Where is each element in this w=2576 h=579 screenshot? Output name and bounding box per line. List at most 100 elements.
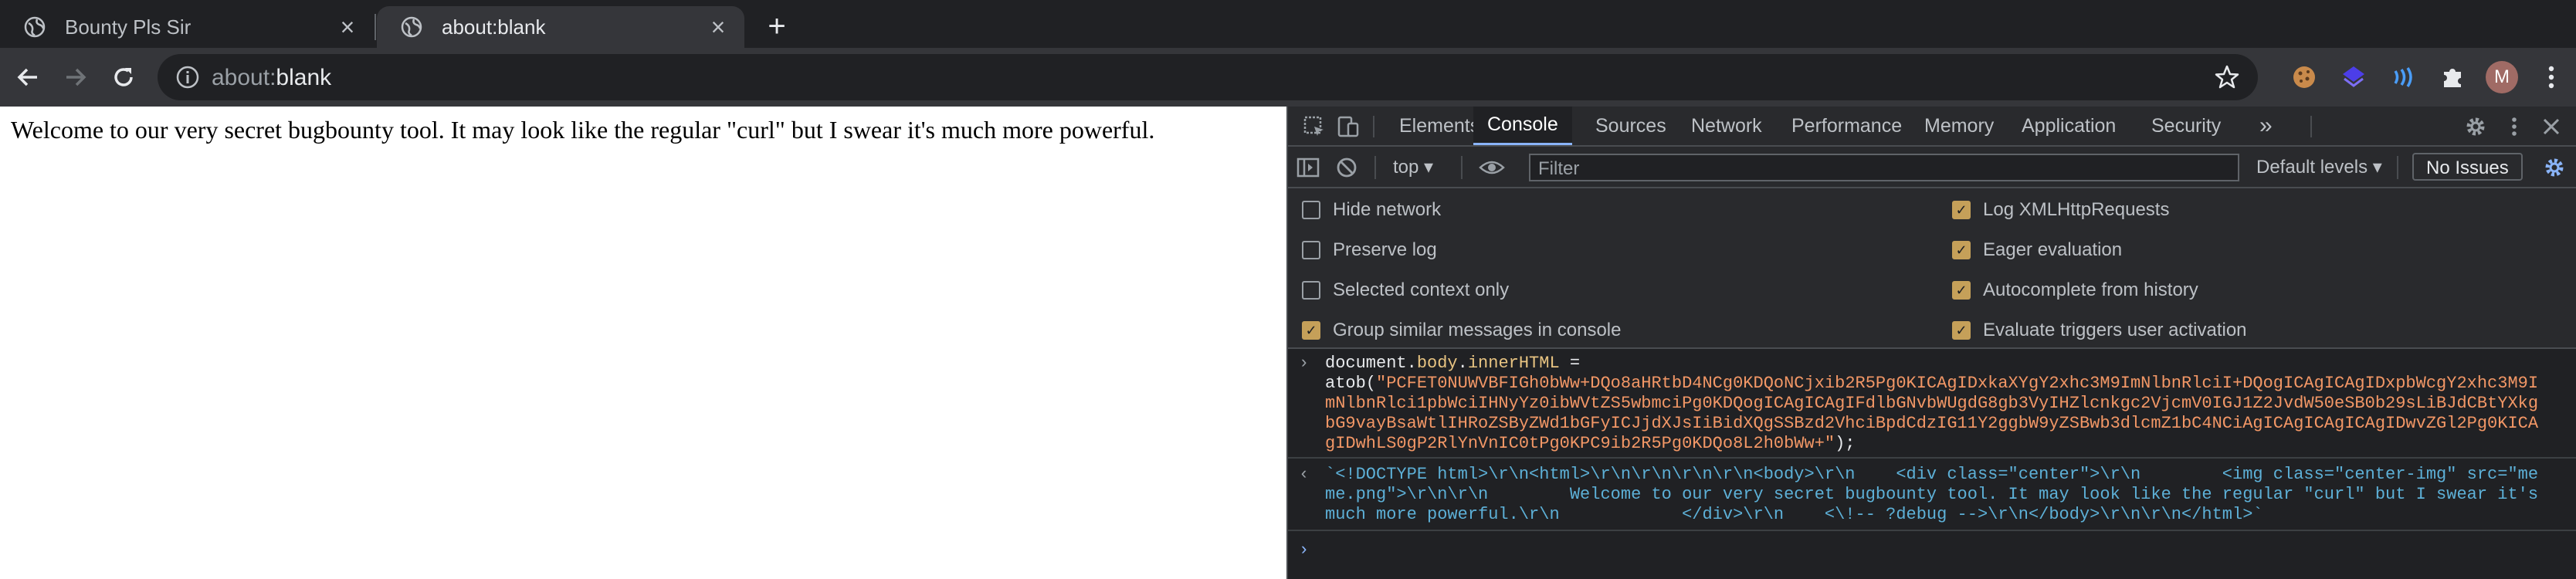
devtools-tab-security[interactable]: Security — [2137, 107, 2235, 145]
devtools-panel: Elements Console Sources Network Perform… — [1286, 107, 2576, 579]
setting-label: Log XMLHttpRequests — [1983, 199, 2170, 220]
divider — [2397, 156, 2398, 179]
forward-arrow-icon[interactable] — [59, 60, 93, 94]
tab-about-blank[interactable]: about:blank × — [377, 6, 744, 48]
base64-string: "PCFET0NUWVBFIGh0bWw+DQo8aHRtbD4NCg0KDQo… — [1376, 374, 2539, 393]
result-line: `<!DOCTYPE html>\r\n<html>\r\n\r\n\r\n\r… — [1325, 465, 2539, 484]
more-tabs-chevron-icon[interactable]: » — [2246, 107, 2286, 145]
puzzle-extensions-icon[interactable] — [2434, 59, 2471, 96]
devtools-menu-icon[interactable] — [2502, 114, 2527, 139]
wave-extension-icon[interactable] — [2384, 59, 2422, 96]
setting-label: Group similar messages in console — [1333, 320, 1622, 340]
bookmark-star-icon[interactable] — [2213, 63, 2241, 91]
address-bar[interactable]: about:blank — [158, 54, 2258, 100]
divider — [2310, 116, 2312, 137]
setting-label: Preserve log — [1333, 239, 1437, 260]
devtools-tab-network[interactable]: Network — [1677, 107, 1776, 145]
new-tab-plus-icon[interactable]: + — [760, 9, 794, 43]
inspect-element-icon[interactable] — [1302, 114, 1327, 139]
console-input-entry: › document.body.innerHTML = atob("PCFET0… — [1288, 354, 2576, 459]
code-line: gIDwhLS0gP2RlYnVnIC0tPg0KPC9ib2R5Pg0KDQo… — [1325, 434, 2562, 454]
setting-autocomplete-history[interactable]: ✓ Autocomplete from history — [1952, 279, 2198, 301]
tab-bounty-pls-sir[interactable]: Bounty Pls Sir × — [0, 6, 374, 48]
setting-label: Eager evaluation — [1983, 239, 2123, 260]
settings-gear-icon[interactable] — [2463, 114, 2488, 139]
setting-log-xmlhttprequests[interactable]: ✓ Log XMLHttpRequests — [1952, 199, 2169, 221]
live-expression-eye-icon[interactable] — [1478, 155, 1505, 180]
setting-group-similar[interactable]: ✓ Group similar messages in console — [1302, 320, 1622, 341]
devtools-tab-performance[interactable]: Performance — [1778, 107, 1916, 145]
console-settings-gear-icon[interactable] — [2542, 155, 2567, 180]
issues-button[interactable]: No Issues — [2412, 153, 2523, 181]
code-token: body — [1416, 354, 1458, 373]
cookie-extension-icon[interactable] — [2286, 59, 2323, 96]
setting-label: Hide network — [1333, 199, 1442, 220]
code-line: atob("PCFET0NUWVBFIGh0bWw+DQo8aHRtbD4NCg… — [1325, 374, 2562, 394]
setting-preserve-log[interactable]: Preserve log — [1302, 239, 1437, 261]
checkbox[interactable]: ✓ — [1952, 241, 1971, 259]
checkbox[interactable]: ✓ — [1952, 201, 1971, 219]
avatar-letter: M — [2486, 61, 2518, 93]
code-token: atob( — [1325, 374, 1377, 393]
close-tab-icon[interactable]: × — [335, 13, 360, 41]
kebab-menu-icon[interactable] — [2533, 59, 2570, 96]
tab-title: Bounty Pls Sir — [65, 15, 192, 39]
page-viewport: Welcome to our very secret bugbounty too… — [0, 107, 1286, 579]
url-scheme: about: — [212, 65, 276, 90]
console-prompt-chevron-icon[interactable]: › — [1299, 540, 1309, 560]
setting-label: Evaluate triggers user activation — [1983, 320, 2247, 340]
result-line: much more powerful.\r\n </div>\r\n <\!--… — [1325, 505, 2263, 524]
divider — [1461, 156, 1463, 179]
code-line: document.body.innerHTML = — [1325, 354, 2562, 374]
close-tab-icon[interactable]: × — [706, 13, 730, 41]
devtools-tab-bar: Elements Console Sources Network Perform… — [1288, 107, 2576, 147]
checkbox[interactable] — [1302, 201, 1320, 219]
code-token: document. — [1325, 354, 1417, 373]
checkbox[interactable] — [1302, 281, 1320, 300]
devtools-tab-memory[interactable]: Memory — [1910, 107, 2008, 145]
devtools-tab-sources[interactable]: Sources — [1581, 107, 1680, 145]
base64-string: mNlbnRlci1pbWciIHNyYz0ibWVtZS5wbmciPg0KD… — [1325, 394, 2539, 413]
clear-console-icon[interactable] — [1334, 155, 1359, 180]
setting-label: Autocomplete from history — [1983, 279, 2198, 300]
checkbox[interactable] — [1302, 241, 1320, 259]
layers-extension-icon[interactable] — [2335, 59, 2372, 96]
setting-eager-evaluation[interactable]: ✓ Eager evaluation — [1952, 239, 2122, 261]
result-line: me.png">\r\n\r\n Welcome to our very sec… — [1325, 485, 2539, 504]
devtools-tab-console[interactable]: Console — [1473, 107, 1572, 145]
close-devtools-icon[interactable] — [2539, 114, 2564, 139]
console-toolbar: top ▾ Filter Default levels ▾ No Issues — [1288, 147, 2576, 188]
devtools-tab-application[interactable]: Application — [2008, 107, 2130, 145]
globe-icon — [400, 15, 423, 39]
log-levels-dropdown[interactable]: Default levels ▾ — [2256, 156, 2382, 178]
reload-icon[interactable] — [107, 60, 141, 94]
welcome-text: Welcome to our very secret bugbounty too… — [11, 116, 1155, 144]
console-result-entry: ‹ `<!DOCTYPE html>\r\n<html>\r\n\r\n\r\n… — [1288, 465, 2576, 531]
setting-selected-context-only[interactable]: Selected context only — [1302, 279, 1509, 301]
context-selector[interactable]: top ▾ — [1393, 156, 1433, 178]
filter-input[interactable]: Filter — [1529, 154, 2239, 181]
globe-icon — [23, 15, 46, 39]
base64-string: gIDwhLS0gP2RlYnVnIC0tPg0KPC9ib2R5Pg0KDQo… — [1325, 434, 1835, 453]
output-chevron-icon: ‹ — [1299, 465, 1310, 484]
sidebar-toggle-icon[interactable] — [1296, 155, 1320, 180]
input-chevron-icon: › — [1299, 354, 1310, 373]
setting-label: Selected context only — [1333, 279, 1510, 300]
checkbox[interactable]: ✓ — [1952, 281, 1971, 300]
setting-evaluate-triggers[interactable]: ✓ Evaluate triggers user activation — [1952, 320, 2247, 341]
back-arrow-icon[interactable] — [11, 60, 45, 94]
url-path: blank — [276, 65, 332, 90]
console-settings-pane: Hide network ✓ Log XMLHttpRequests Preser… — [1288, 188, 2576, 349]
tab-separator — [375, 14, 376, 40]
console-output[interactable]: › document.body.innerHTML = atob("PCFET0… — [1288, 349, 2576, 579]
checkbox[interactable]: ✓ — [1952, 321, 1971, 340]
setting-hide-network[interactable]: Hide network — [1302, 199, 1441, 221]
checkbox[interactable]: ✓ — [1302, 321, 1320, 340]
tab-title: about:blank — [442, 15, 546, 39]
info-icon[interactable] — [175, 64, 201, 90]
tab-strip: Bounty Pls Sir × about:blank × + — [0, 0, 2576, 48]
browser-toolbar: about:blank M — [0, 48, 2576, 107]
device-toolbar-icon[interactable] — [1336, 114, 1361, 139]
profile-avatar[interactable]: M — [2483, 59, 2520, 96]
code-token: innerHTML — [1467, 354, 1560, 373]
